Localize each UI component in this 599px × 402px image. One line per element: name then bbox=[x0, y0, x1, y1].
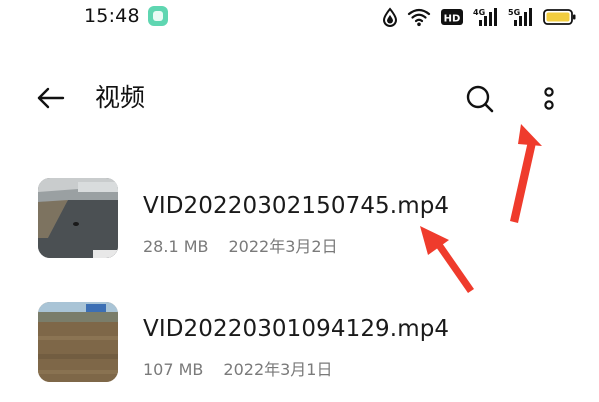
status-icons: HD 4G 5G bbox=[382, 5, 577, 29]
svg-text:5G: 5G bbox=[508, 8, 520, 17]
file-name: VID20220302150745.mp4 bbox=[143, 193, 450, 219]
page-title: 视频 bbox=[95, 83, 146, 112]
data-saver-icon bbox=[382, 7, 398, 27]
file-name: VID20220301094129.mp4 bbox=[143, 316, 450, 342]
file-date: 2022年3月2日 bbox=[228, 237, 338, 256]
hd-badge-icon: HD bbox=[441, 9, 463, 25]
file-date: 2022年3月1日 bbox=[223, 360, 333, 379]
list-item[interactable]: VID20220302150745.mp4 28.1 MB 2022年3月2日 bbox=[0, 176, 599, 272]
status-time: 15:48 bbox=[84, 5, 140, 27]
file-size: 107 MB bbox=[143, 360, 204, 379]
video-thumbnail bbox=[38, 178, 118, 258]
app-notification-icon bbox=[148, 6, 168, 26]
svg-text:HD: HD bbox=[444, 14, 461, 25]
more-vertical-icon bbox=[544, 87, 554, 110]
signal-4g-icon: 4G bbox=[473, 8, 497, 26]
file-meta: 107 MB 2022年3月1日 bbox=[143, 356, 333, 380]
file-meta: 28.1 MB 2022年3月2日 bbox=[143, 233, 338, 257]
file-size: 28.1 MB bbox=[143, 237, 209, 256]
arrow-left-icon bbox=[37, 87, 65, 109]
list-item[interactable]: VID20220301094129.mp4 107 MB 2022年3月1日 bbox=[0, 296, 599, 392]
svg-text:4G: 4G bbox=[473, 8, 485, 17]
video-thumbnail bbox=[38, 302, 118, 382]
signal-5g-icon: 5G bbox=[508, 8, 532, 26]
back-button[interactable] bbox=[30, 80, 70, 116]
search-button[interactable] bbox=[461, 80, 499, 118]
search-icon bbox=[466, 85, 494, 113]
status-bar: 15:48 HD 4G 5G bbox=[0, 0, 599, 36]
more-options-button[interactable] bbox=[532, 80, 566, 118]
app-bar: 视频 bbox=[0, 70, 599, 126]
battery-icon bbox=[543, 9, 576, 25]
wifi-icon bbox=[407, 8, 431, 27]
